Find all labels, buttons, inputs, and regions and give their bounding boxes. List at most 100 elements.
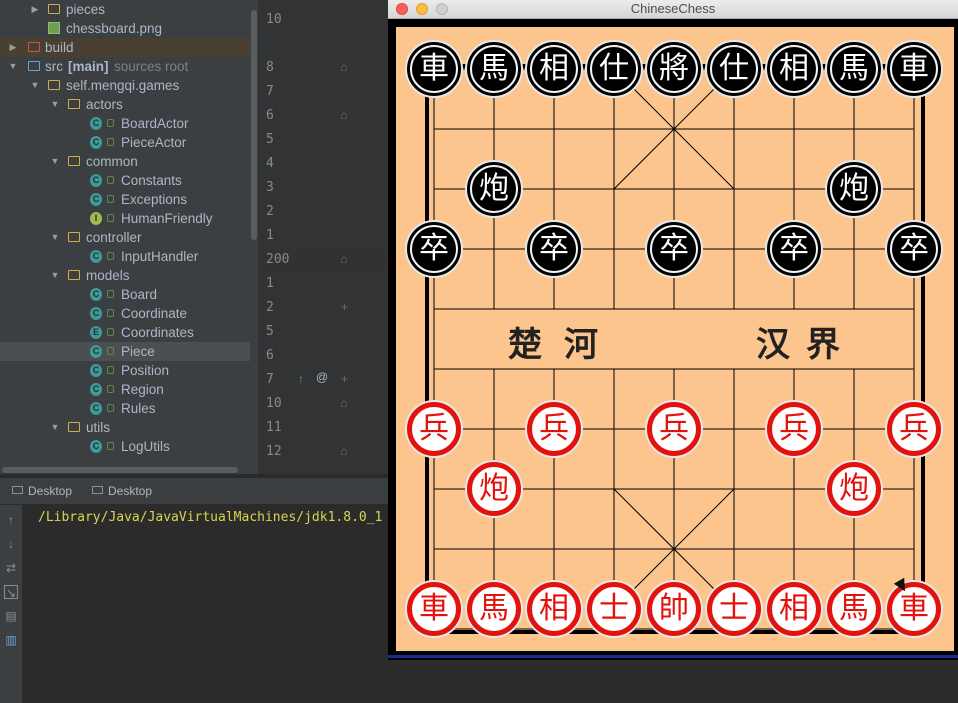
black-piece[interactable]: 相 <box>765 40 823 98</box>
collapse-arrow-icon[interactable]: ▼ <box>8 57 18 76</box>
override-marker-icon[interactable]: ↑ <box>298 372 304 386</box>
fold-plus-icon[interactable]: + <box>341 372 348 386</box>
print-icon[interactable]: ▤ <box>4 609 18 623</box>
scrollbar-thumb[interactable] <box>2 467 238 473</box>
tree-item-actors[interactable]: ▼ actors <box>0 95 250 114</box>
black-piece[interactable]: 炮 <box>465 160 523 218</box>
tree-item-coordinates[interactable]: E Coordinates <box>0 323 250 342</box>
black-piece[interactable]: 仕 <box>705 40 763 98</box>
project-tree: ▶ pieces chessboard.png ▶ build ▼ src [m… <box>0 0 250 466</box>
red-piece[interactable]: 兵 <box>645 400 703 458</box>
scrollbar-thumb[interactable] <box>251 10 257 240</box>
tree-item-position[interactable]: C Position <box>0 361 250 380</box>
expand-arrow-icon[interactable]: ▶ <box>30 0 40 19</box>
red-piece[interactable]: 馬 <box>825 580 883 638</box>
red-piece[interactable]: 炮 <box>465 460 523 518</box>
tree-item-label: Board <box>121 287 158 302</box>
black-piece[interactable]: 卒 <box>885 220 943 278</box>
tree-vertical-scrollbar[interactable] <box>250 0 258 466</box>
arrow-up-icon[interactable]: ↑ <box>4 513 18 527</box>
tree-item-models[interactable]: ▼ models <box>0 266 250 285</box>
tree-item-humanfriendly[interactable]: I HumanFriendly <box>0 209 250 228</box>
tree-item-logutils[interactable]: C LogUtils <box>0 437 250 456</box>
tree-item-constants[interactable]: C Constants <box>0 171 250 190</box>
red-piece[interactable]: 兵 <box>405 400 463 458</box>
red-piece[interactable]: 兵 <box>885 400 943 458</box>
red-piece[interactable]: 馬 <box>465 580 523 638</box>
collapse-arrow-icon[interactable]: ▼ <box>50 228 60 247</box>
red-piece[interactable]: 炮 <box>825 460 883 518</box>
piece-character: 馬 <box>830 45 878 93</box>
tree-item-rules[interactable]: C Rules <box>0 399 250 418</box>
black-piece[interactable]: 卒 <box>405 220 463 278</box>
piece-character: 車 <box>410 585 458 633</box>
fold-marker-icon[interactable]: ⌂ <box>340 60 347 74</box>
line-number: 1 <box>266 276 274 291</box>
black-piece[interactable]: 仕 <box>585 40 643 98</box>
red-piece[interactable]: 兵 <box>765 400 823 458</box>
piece-character: 士 <box>590 585 638 633</box>
tree-item-label: controller <box>86 230 142 245</box>
tree-item-pieces[interactable]: ▶ pieces <box>0 0 250 19</box>
collapse-arrow-icon[interactable]: ▼ <box>50 95 60 114</box>
tree-item-region[interactable]: C Region <box>0 380 250 399</box>
red-piece[interactable]: 士 <box>705 580 763 638</box>
black-piece[interactable]: 馬 <box>825 40 883 98</box>
red-piece[interactable]: 相 <box>765 580 823 638</box>
black-piece[interactable]: 車 <box>885 40 943 98</box>
tree-item-package[interactable]: ▼ self.mengqi.games <box>0 76 250 95</box>
red-piece[interactable]: 車 <box>405 580 463 638</box>
black-piece[interactable]: 卒 <box>525 220 583 278</box>
collapse-arrow-icon[interactable]: ▼ <box>50 266 60 285</box>
red-piece[interactable]: 帥 <box>645 580 703 638</box>
soft-wrap-icon[interactable]: ⇄ <box>4 561 18 575</box>
tree-item-piece[interactable]: C Piece <box>0 342 250 361</box>
red-piece[interactable]: 車 <box>885 580 943 638</box>
fold-marker-icon[interactable]: ⌂ <box>340 252 347 266</box>
red-piece[interactable]: 兵 <box>525 400 583 458</box>
collapse-arrow-icon[interactable]: ▼ <box>50 418 60 437</box>
red-piece[interactable]: 相 <box>525 580 583 638</box>
tree-item-inputhandler[interactable]: C InputHandler <box>0 247 250 266</box>
black-piece[interactable]: 卒 <box>645 220 703 278</box>
red-piece[interactable]: 士 <box>585 580 643 638</box>
tree-item-label: build <box>45 40 74 55</box>
console-line: /Library/Java/JavaVirtualMachines/jdk1.8… <box>38 510 383 525</box>
black-piece[interactable]: 將 <box>645 40 703 98</box>
black-piece[interactable]: 卒 <box>765 220 823 278</box>
tree-item-coordinate[interactable]: C Coordinate <box>0 304 250 323</box>
river-character: 楚 <box>508 325 542 365</box>
tree-item-chessboard-png[interactable]: chessboard.png <box>0 19 250 38</box>
tree-item-board[interactable]: C Board <box>0 285 250 304</box>
scroll-to-end-icon[interactable]: ↘ <box>4 585 18 600</box>
collapse-arrow-icon[interactable]: ▼ <box>30 76 40 95</box>
chess-board[interactable]: 楚 河 汉 界 車 馬 相 仕 將 仕 相 馬 車 炮 炮 卒 卒 卒 卒 卒 … <box>396 27 954 651</box>
black-piece[interactable]: 相 <box>525 40 583 98</box>
tree-item-pieceactor[interactable]: C PieceActor <box>0 133 250 152</box>
tree-horizontal-scrollbar[interactable] <box>0 466 258 474</box>
window-titlebar[interactable]: ChineseChess <box>388 0 958 19</box>
expand-arrow-icon[interactable]: ▶ <box>8 38 18 57</box>
fold-marker-icon[interactable]: ⌂ <box>340 108 347 122</box>
fold-marker-icon[interactable]: ⌂ <box>340 396 347 410</box>
line-number: 3 <box>266 180 274 195</box>
tree-item-build[interactable]: ▶ build <box>0 38 250 57</box>
trash-icon[interactable]: ▥ <box>4 633 18 647</box>
tree-item-src[interactable]: ▼ src [main] sources root <box>0 57 250 76</box>
tree-item-controller[interactable]: ▼ controller <box>0 228 250 247</box>
piece-character: 相 <box>770 585 818 633</box>
tree-item-boardactor[interactable]: C BoardActor <box>0 114 250 133</box>
fold-marker-icon[interactable]: ⌂ <box>340 444 347 458</box>
tree-item-utils[interactable]: ▼ utils <box>0 418 250 437</box>
black-piece[interactable]: 車 <box>405 40 463 98</box>
black-piece[interactable]: 炮 <box>825 160 883 218</box>
arrow-down-icon[interactable]: ↓ <box>4 537 18 551</box>
collapse-arrow-icon[interactable]: ▼ <box>50 152 60 171</box>
piece-character: 車 <box>890 45 938 93</box>
package-icon <box>68 270 80 280</box>
fold-plus-icon[interactable]: + <box>341 300 348 314</box>
tree-item-exceptions[interactable]: C Exceptions <box>0 190 250 209</box>
annotation-icon: @ <box>316 370 329 384</box>
tree-item-common[interactable]: ▼ common <box>0 152 250 171</box>
black-piece[interactable]: 馬 <box>465 40 523 98</box>
